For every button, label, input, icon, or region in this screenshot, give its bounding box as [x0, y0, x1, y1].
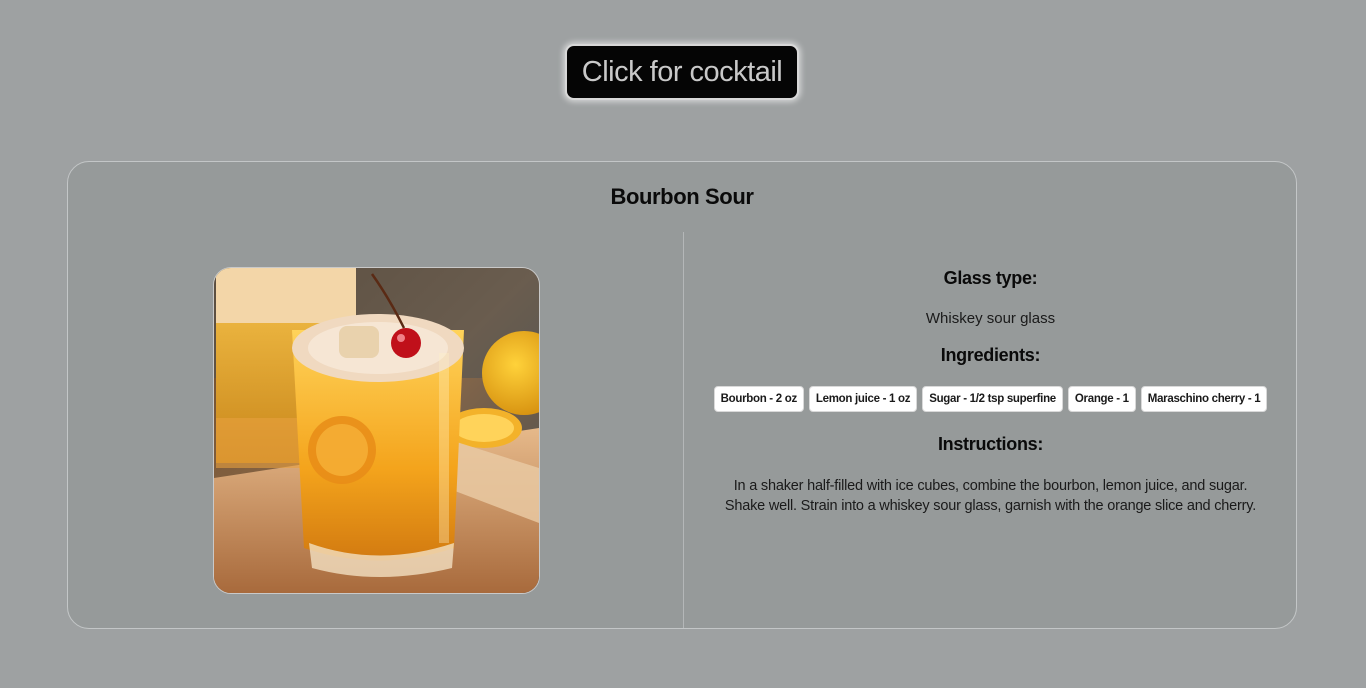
cocktail-image	[213, 267, 540, 594]
ingredients-list: Bourbon - 2 oz Lemon juice - 1 oz Sugar …	[685, 386, 1296, 412]
cocktail-card: Bourbon Sour Glass type: Whiskey sour gl…	[67, 161, 1297, 629]
instructions-heading: Instructions:	[937, 434, 1044, 454]
ingredient-chip: Lemon juice - 1 oz	[808, 386, 918, 412]
ingredient-chip: Bourbon - 2 oz	[713, 386, 804, 412]
ingredient-chip: Maraschino cherry - 1	[1140, 386, 1268, 412]
ingredient-chip: Sugar - 1/2 tsp superfine	[922, 386, 1063, 412]
glass-type-value: Whiskey sour glass	[925, 310, 1056, 327]
cocktail-name: Bourbon Sour	[610, 184, 754, 209]
random-cocktail-button[interactable]: Click for cocktail	[565, 44, 799, 100]
page: Click for cocktail Bourbon Sour Glass ty…	[0, 0, 1366, 688]
ingredients-heading: Ingredients:	[940, 345, 1041, 365]
ingredient-chip: Orange - 1	[1067, 386, 1136, 412]
card-divider	[683, 232, 684, 628]
glass-type-heading: Glass type:	[943, 268, 1038, 288]
instructions-text: In a shaker half-filled with ice cubes, …	[724, 478, 1257, 514]
